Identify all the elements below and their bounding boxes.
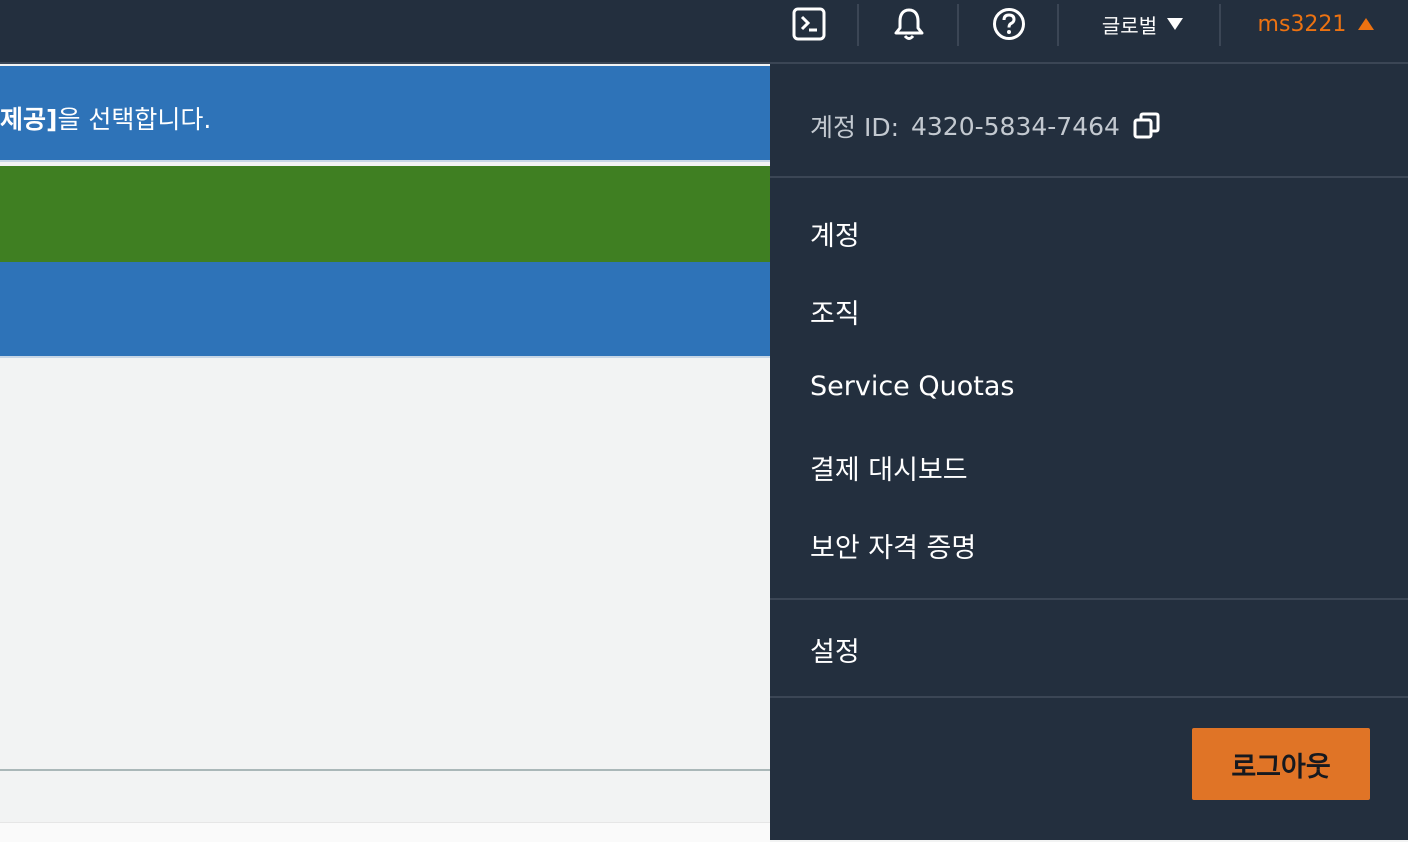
copy-icon[interactable] bbox=[1132, 111, 1162, 141]
nav-separator bbox=[857, 4, 859, 46]
cloudshell-button[interactable] bbox=[780, 0, 838, 48]
nav-separator bbox=[1057, 4, 1059, 46]
menu-item-organizations[interactable]: 조직 bbox=[810, 292, 860, 331]
menu-item-settings[interactable]: 설정 bbox=[810, 630, 860, 669]
banner-text: 제공]을 선택합니다. bbox=[0, 100, 211, 136]
cloudshell-icon bbox=[792, 7, 826, 41]
banner-bold-text: 제공] bbox=[0, 105, 58, 134]
menu-item-security-credentials[interactable]: 보안 자격 증명 bbox=[810, 526, 976, 565]
region-selector[interactable]: 글로벌 bbox=[1080, 0, 1205, 48]
top-navigation-bar: 글로벌 ms3221 bbox=[0, 0, 1408, 64]
nav-separator bbox=[957, 4, 959, 46]
info-banner-secondary bbox=[0, 262, 770, 358]
account-id-row: 계정 ID: 4320-5834-7464 bbox=[810, 108, 1162, 144]
menu-item-service-quotas[interactable]: Service Quotas bbox=[810, 371, 1014, 402]
menu-item-account[interactable]: 계정 bbox=[810, 214, 860, 253]
nav-separator bbox=[1219, 4, 1221, 46]
info-banner: 제공]을 선택합니다. bbox=[0, 66, 770, 162]
main-content-area bbox=[0, 360, 770, 770]
caret-down-icon bbox=[1167, 18, 1184, 30]
logout-button[interactable]: 로그아웃 bbox=[1192, 728, 1370, 800]
menu-item-billing-dashboard[interactable]: 결제 대시보드 bbox=[810, 448, 968, 487]
account-id-label: 계정 ID: bbox=[810, 113, 899, 142]
content-footer-strip bbox=[0, 822, 770, 842]
region-label: 글로벌 bbox=[1101, 13, 1158, 38]
account-menu-toggle[interactable]: ms3221 bbox=[1236, 0, 1396, 48]
content-divider bbox=[0, 769, 770, 771]
menu-divider bbox=[770, 598, 1408, 600]
account-dropdown-menu: 계정 ID: 4320-5834-7464 계정 조직 Service Quot… bbox=[770, 64, 1408, 840]
banner-plain-text: 을 선택합니다. bbox=[57, 105, 212, 134]
help-button[interactable] bbox=[980, 0, 1038, 48]
username: ms3221 bbox=[1257, 11, 1347, 37]
success-banner bbox=[0, 166, 770, 262]
bell-icon bbox=[894, 8, 924, 40]
account-id-value: 4320-5834-7464 bbox=[911, 111, 1120, 141]
caret-up-icon bbox=[1358, 18, 1375, 30]
help-icon bbox=[993, 8, 1025, 40]
menu-divider bbox=[770, 176, 1408, 178]
menu-divider bbox=[770, 696, 1408, 698]
notifications-button[interactable] bbox=[880, 0, 938, 48]
